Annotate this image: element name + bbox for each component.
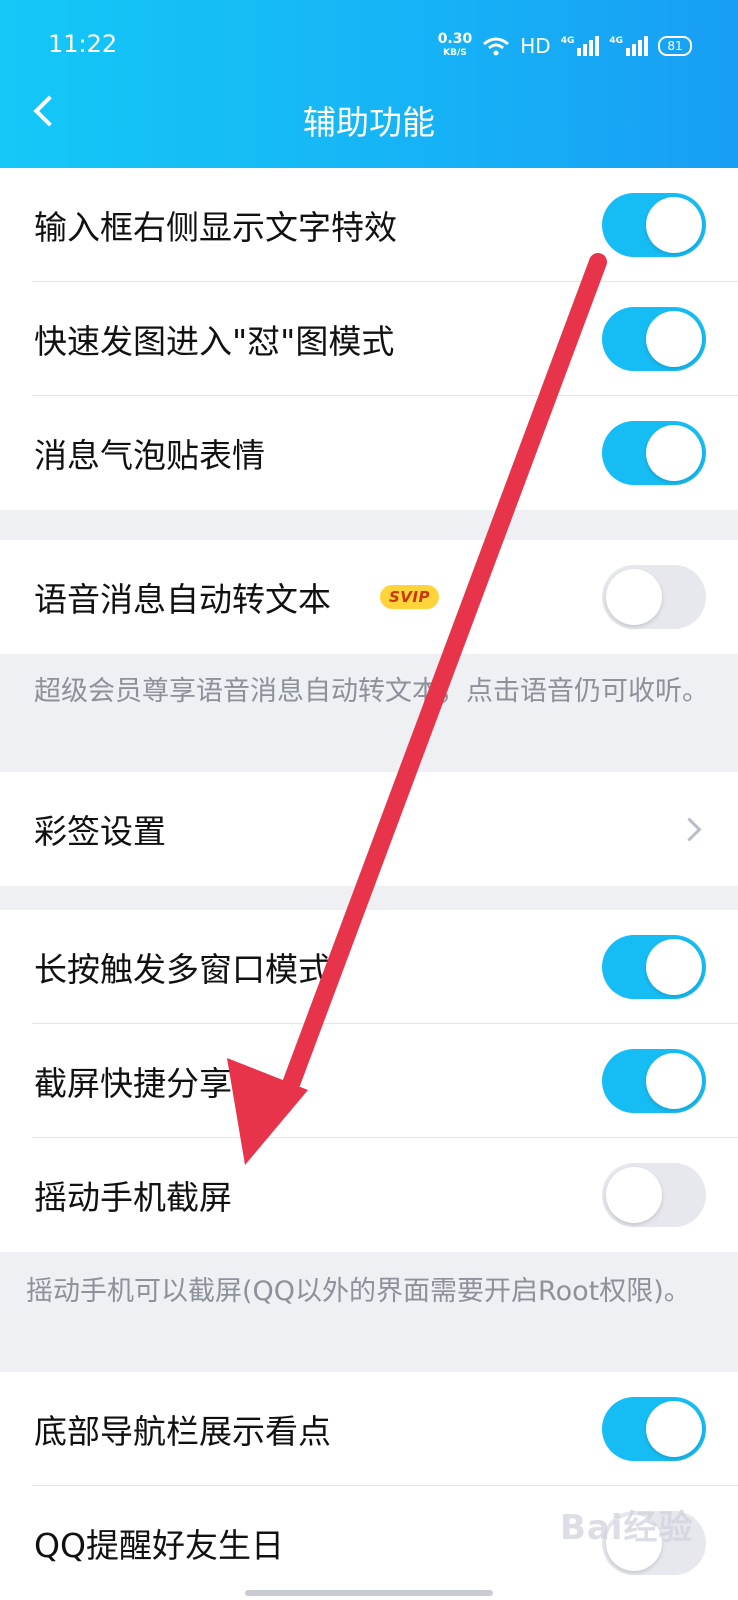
- baidu-watermark: Bai经验: [560, 1508, 694, 1548]
- setting-color-sign[interactable]: 彩签设置: [0, 772, 738, 886]
- multi-window-toggle[interactable]: [602, 935, 706, 999]
- setting-label: 快速发图进入"怼"图模式: [34, 322, 395, 361]
- voice-to-text-toggle[interactable]: [602, 565, 706, 629]
- home-indicator: [245, 1590, 493, 1596]
- shake-note: 摇动手机可以截屏(QQ以外的界面需要开启Root权限)。: [26, 1276, 691, 1307]
- bubble-sticker-toggle[interactable]: [602, 421, 706, 485]
- setting-label: 长按触发多窗口模式: [34, 950, 331, 989]
- title-bar: 11:22 0.30 KB/S HD 4G 4G 81 辅助功能: [0, 0, 738, 168]
- shake-screenshot-toggle[interactable]: [602, 1163, 706, 1227]
- setting-label: 摇动手机截屏: [34, 1178, 232, 1217]
- quick-image-toggle[interactable]: [602, 307, 706, 371]
- setting-label: 彩签设置: [34, 812, 166, 851]
- setting-label: 截屏快捷分享: [34, 1064, 232, 1103]
- chevron-right-icon: [677, 817, 702, 842]
- page-title: 辅助功能: [303, 103, 435, 142]
- svip-badge: SVIP: [380, 585, 439, 609]
- setting-voice-to-text[interactable]: 语音消息自动转文本 SVIP: [0, 540, 738, 654]
- wifi-icon: [483, 37, 510, 56]
- setting-bubble-sticker[interactable]: 消息气泡贴表情: [0, 396, 738, 510]
- net-speed: 0.30 KB/S: [437, 31, 473, 58]
- setting-quick-image[interactable]: 快速发图进入"怼"图模式: [0, 282, 738, 396]
- setting-label: 消息气泡贴表情: [34, 436, 265, 475]
- status-icons: 0.30 KB/S HD 4G 4G 81: [438, 32, 692, 60]
- voice-note: 超级会员尊享语音消息自动转文本，点击语音仍可收听。: [34, 676, 709, 707]
- hd-icon: HD: [520, 34, 551, 58]
- setting-label: 输入框右侧显示文字特效: [34, 208, 397, 247]
- battery-icon: 81: [658, 36, 692, 56]
- setting-screenshot-share[interactable]: 截屏快捷分享: [0, 1024, 738, 1138]
- screenshot-share-toggle[interactable]: [602, 1049, 706, 1113]
- setting-shake-screenshot[interactable]: 摇动手机截屏: [0, 1138, 738, 1252]
- setting-text-effect[interactable]: 输入框右侧显示文字特效: [0, 168, 738, 282]
- signal-icon: 4G: [561, 36, 600, 56]
- setting-nav-kandian[interactable]: 底部导航栏展示看点: [0, 1372, 738, 1486]
- setting-label: 语音消息自动转文本: [34, 580, 331, 619]
- setting-label: QQ提醒好友生日: [34, 1526, 284, 1565]
- setting-label: 底部导航栏展示看点: [34, 1412, 331, 1451]
- text-effect-toggle[interactable]: [602, 193, 706, 257]
- setting-multi-window[interactable]: 长按触发多窗口模式: [0, 910, 738, 1024]
- status-time: 11:22: [48, 30, 118, 58]
- nav-kandian-toggle[interactable]: [602, 1397, 706, 1461]
- signal-icon-2: 4G: [609, 36, 648, 56]
